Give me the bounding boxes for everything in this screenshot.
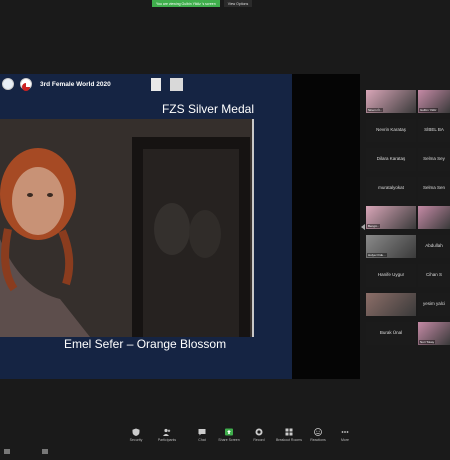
sponsor-logo-icon [151, 78, 161, 91]
participant-name: Burak Ünal [379, 330, 403, 335]
connection-status [4, 442, 64, 454]
view-options-button[interactable]: View Options [223, 0, 253, 7]
toolbar-more-button[interactable]: More [330, 428, 360, 442]
participant-tile[interactable]: Dilara Karataş [366, 148, 416, 171]
participant-name: Selma Sen [422, 185, 445, 190]
participant-tile[interactable]: Hanife Uygur [366, 264, 416, 287]
participant-name-tag: Sinem Ö... [367, 108, 384, 112]
participants-icon [163, 428, 171, 436]
toolbar-label: More [341, 438, 349, 442]
participant-name-tag: Hulya Ordu... [367, 253, 387, 257]
participant-name: Nevrin Karataş [376, 127, 406, 132]
participant-tile[interactable]: Nuri Tokay [418, 322, 450, 345]
participant-tile[interactable]: Nevrin Karataş [366, 119, 416, 142]
participant-tile[interactable]: Hulya Ordu... [366, 235, 416, 258]
participant-tile[interactable]: Bengü... [366, 206, 416, 229]
participant-name: yesim yalci [422, 301, 445, 306]
record-icon [255, 428, 263, 436]
toolbar-label: Record [253, 438, 265, 442]
award-title: FZS Silver Medal [161, 102, 254, 116]
participant-name: Abdullah [425, 243, 443, 248]
breakout-rooms-icon [285, 428, 293, 436]
participant-name: SİBEL BA [424, 127, 444, 132]
participant-tile[interactable]: Selma Sey [418, 148, 450, 171]
toolbar-security-button[interactable]: Security [121, 428, 151, 442]
photo-caption: Emel Sefer – Orange Blossom [64, 337, 227, 351]
participant-name: Hanife Uygur [377, 272, 405, 277]
participant-name: Selma Sey [423, 156, 445, 161]
toolbar-reactions-button[interactable]: Reactions [303, 428, 333, 442]
red-emblem-icon [20, 78, 32, 91]
shield-icon [132, 428, 140, 436]
toolbar-share-screen-button[interactable]: Share Screen [214, 428, 244, 442]
participant-tile[interactable]: muratalyokat [366, 177, 416, 200]
toolbar-record-button[interactable]: Record [244, 428, 274, 442]
toolbar-label: Participants [157, 438, 177, 442]
participant-tile[interactable] [418, 206, 450, 229]
participants-gallery: Sinem Ö... Gulbin Yildiz Nevrin Karataş SİB… [366, 88, 450, 366]
shared-slide: 3rd Female World 2020 FZS Silver Medal E… [0, 74, 292, 379]
participant-tile[interactable]: Sinem Ö... [366, 90, 416, 113]
award-photo [0, 119, 254, 337]
participant-tile[interactable]: Gulbin Yildiz [418, 90, 450, 113]
toolbar-chat-button[interactable]: Chat [187, 428, 217, 442]
participant-name-tag: Nuri Tokay [419, 340, 436, 344]
participant-tile[interactable]: Burak Ünal [366, 322, 416, 345]
participant-name-tag: Bengü... [367, 224, 381, 228]
meeting-toolbar: Security Participants Chat Share Screen Reco… [0, 424, 450, 450]
toolbar-participants-button[interactable]: Participants [152, 428, 182, 442]
participant-name-tag: Gulbin Yildiz [419, 108, 438, 112]
more-icon [341, 431, 349, 433]
shared-screen-background [292, 74, 360, 379]
reactions-icon [314, 428, 322, 436]
participant-tile[interactable]: Abdullah [418, 235, 450, 258]
toolbar-label: Chat [198, 438, 206, 442]
salon-logo-icon [170, 78, 183, 91]
participant-name: Dilara Karataş [376, 156, 406, 161]
share-screen-icon [225, 428, 233, 436]
toolbar-label: Security [129, 438, 143, 442]
participant-tile[interactable]: Selma Sen [418, 177, 450, 200]
participant-video [418, 206, 450, 229]
participant-tile[interactable]: Cihan S [418, 264, 450, 287]
participant-tile[interactable] [366, 293, 416, 316]
screen-share-banner: You are viewing Gulbin Yildiz 's screen … [152, 0, 282, 7]
chat-icon [198, 429, 206, 436]
toolbar-label: Share Screen [218, 438, 240, 442]
toolbar-label: Breakout Rooms [275, 438, 303, 442]
participant-tile[interactable]: SİBEL BA [418, 119, 450, 142]
share-notice: You are viewing Gulbin Yildiz 's screen [152, 0, 220, 7]
organization-logo-icon [2, 78, 14, 90]
toolbar-breakout-rooms-button[interactable]: Breakout Rooms [274, 428, 304, 442]
slide-header: 3rd Female World 2020 [0, 74, 292, 96]
toolbar-label: Reactions [310, 438, 326, 442]
participant-video [366, 293, 416, 316]
participant-name: Cihan S [425, 272, 442, 277]
participant-tile[interactable]: yesim yalci [418, 293, 450, 316]
slide-title: 3rd Female World 2020 [40, 81, 111, 88]
participant-name: muratalyokat [378, 185, 404, 190]
